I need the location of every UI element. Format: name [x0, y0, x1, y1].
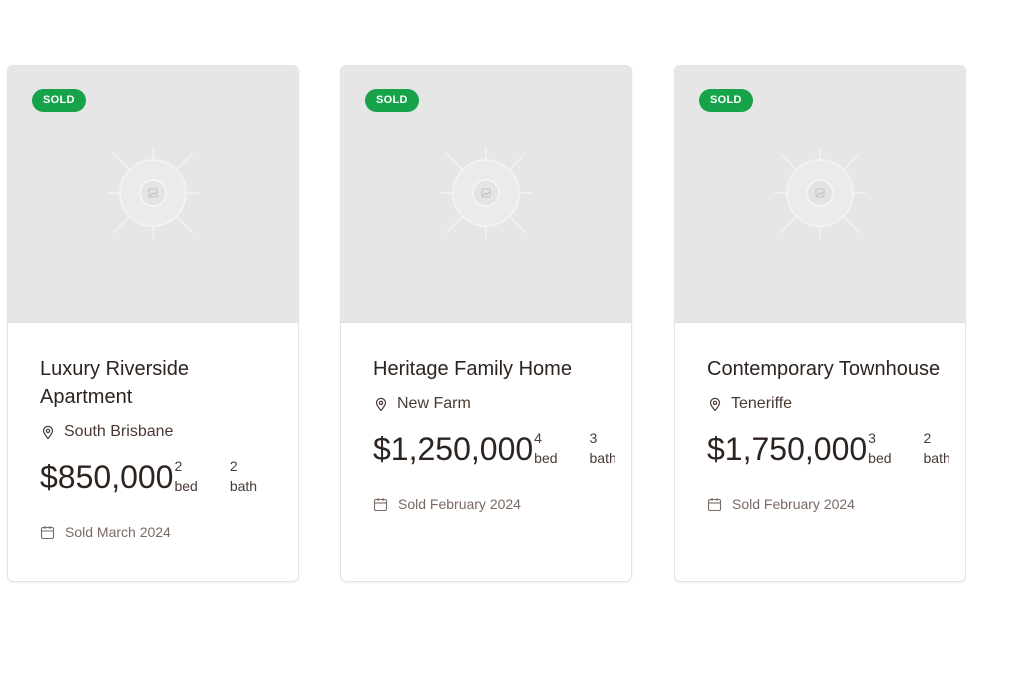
- listing-image[interactable]: SOLD: [675, 66, 965, 323]
- sold-badge: SOLD: [32, 89, 86, 112]
- image-placeholder-icon: [774, 147, 866, 239]
- listing-grid: SOLD Luxury Riverside Apartment South Br…: [0, 0, 1026, 680]
- listing-card[interactable]: SOLD Luxury Riverside Apartment South Br…: [7, 65, 299, 582]
- price-and-features: $1,250,000 4 bed 3 bath 2 car: [373, 432, 615, 468]
- listing-title[interactable]: Contemporary Townhouse: [707, 355, 949, 383]
- calendar-icon: [373, 497, 388, 511]
- bed-label: bed: [534, 450, 558, 466]
- listing-card[interactable]: SOLD Heritage Family Home New Farm $1,25…: [340, 65, 632, 582]
- bath-label: bath: [589, 450, 615, 466]
- bed-label: bed: [174, 478, 198, 494]
- bath-count: 2 bath: [230, 460, 257, 496]
- image-placeholder-icon: [107, 147, 199, 239]
- map-pin-icon: [375, 397, 387, 412]
- sold-date-text: Sold February 2024: [398, 496, 521, 512]
- bed-count: 4 bed: [534, 432, 557, 468]
- location-text: Teneriffe: [731, 395, 793, 412]
- bath-value: 3: [589, 432, 598, 446]
- bath-count: 2 bath: [924, 432, 949, 468]
- price-and-features: $850,000 2 bed 2 bath 1 car: [40, 460, 282, 496]
- calendar-icon: [707, 497, 722, 511]
- bed-value: 4: [534, 432, 542, 446]
- sold-date: Sold February 2024: [707, 494, 949, 514]
- map-pin-icon: [42, 425, 54, 440]
- listing-location: New Farm: [373, 393, 615, 415]
- sold-date-text: Sold March 2024: [65, 524, 171, 540]
- bath-label: bath: [229, 478, 258, 494]
- sold-date: Sold February 2024: [373, 494, 615, 514]
- bath-label: bath: [923, 450, 949, 466]
- image-placeholder-icon: [440, 147, 532, 239]
- bed-count: 3 bed: [868, 432, 891, 468]
- map-pin-icon: [709, 397, 721, 412]
- bed-value: 2: [174, 460, 183, 474]
- bed-value: 3: [868, 432, 876, 446]
- bath-count: 3 bath: [590, 432, 615, 468]
- sold-badge: SOLD: [365, 89, 419, 112]
- location-text: South Brisbane: [64, 423, 174, 440]
- listing-image[interactable]: SOLD: [8, 66, 298, 323]
- sold-badge: SOLD: [699, 89, 753, 112]
- bed-count: 2 bed: [174, 460, 197, 496]
- price: $1,750,000: [707, 432, 868, 467]
- bath-value: 2: [229, 460, 238, 474]
- sold-date: Sold March 2024: [40, 522, 282, 542]
- price: $1,250,000: [373, 432, 534, 467]
- price: $850,000: [40, 460, 174, 495]
- listing-title[interactable]: Heritage Family Home: [373, 355, 615, 383]
- bed-label: bed: [868, 450, 892, 466]
- price-and-features: $1,750,000 3 bed 2 bath 2 car: [707, 432, 949, 468]
- listing-title[interactable]: Luxury Riverside Apartment: [40, 355, 282, 411]
- listing-location: South Brisbane: [40, 421, 282, 443]
- sold-date-text: Sold February 2024: [732, 496, 855, 512]
- listing-image[interactable]: SOLD: [341, 66, 631, 323]
- calendar-icon: [40, 525, 55, 539]
- location-text: New Farm: [397, 395, 471, 412]
- listing-card[interactable]: SOLD Contemporary Townhouse Teneriffe $1…: [674, 65, 966, 582]
- bath-value: 2: [923, 432, 932, 446]
- listing-location: Teneriffe: [707, 393, 949, 415]
